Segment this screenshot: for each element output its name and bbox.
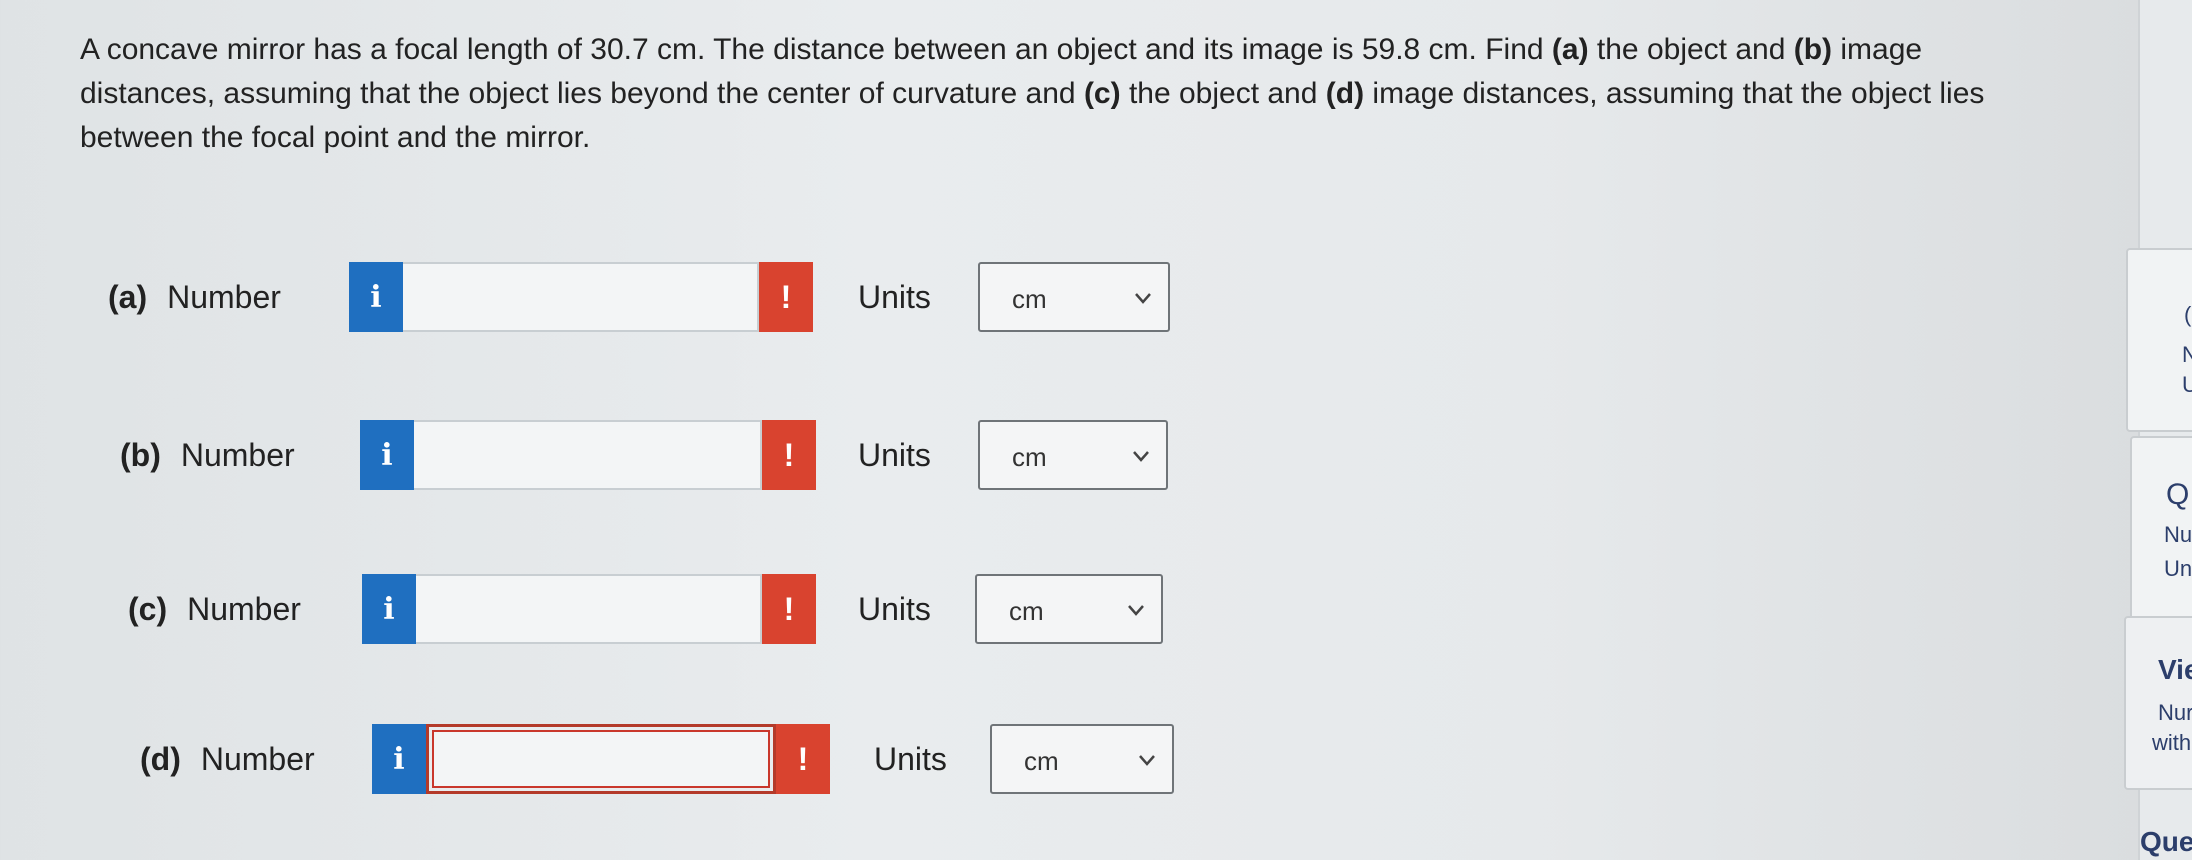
side-text: U bbox=[2182, 372, 2192, 397]
side-text: Que bbox=[2140, 826, 2192, 857]
number-input-b[interactable] bbox=[414, 420, 762, 490]
units-value-d: cm bbox=[1024, 746, 1059, 776]
number-input-c[interactable] bbox=[416, 574, 762, 644]
units-label-d: Units bbox=[874, 741, 947, 777]
side-card-top bbox=[2126, 248, 2192, 432]
units-value-b: cm bbox=[1012, 442, 1047, 472]
units-select-b[interactable]: cm bbox=[978, 420, 1168, 490]
number-input-a[interactable] bbox=[403, 262, 759, 332]
units-label-b: Units bbox=[858, 437, 931, 473]
number-input-d[interactable] bbox=[426, 724, 776, 794]
warning-icon[interactable]: ! bbox=[762, 420, 816, 490]
part-label-c: (c) Number bbox=[128, 591, 301, 627]
side-text: Nur bbox=[2158, 700, 2192, 725]
chevron-down-icon bbox=[1133, 451, 1149, 462]
part-label-d: (d) Number bbox=[140, 741, 315, 777]
units-select-a[interactable]: cm bbox=[978, 262, 1170, 332]
warning-icon[interactable]: ! bbox=[762, 574, 816, 644]
info-icon[interactable]: i bbox=[362, 574, 416, 644]
side-text: N bbox=[2182, 342, 2192, 367]
units-label-a: Units bbox=[858, 279, 931, 315]
side-text: Un bbox=[2164, 556, 2192, 581]
part-label-a: (a) Number bbox=[108, 279, 281, 315]
side-text: Nu bbox=[2164, 522, 2192, 547]
chevron-down-icon bbox=[1139, 755, 1155, 766]
answer-row-a: (a) Number i ! Units cm bbox=[0, 262, 1200, 332]
question-text: A concave mirror has a focal length of 3… bbox=[80, 33, 1985, 154]
answer-row-b: (b) Number i ! Units cm bbox=[0, 420, 1200, 490]
answer-row-d: (d) Number i ! Units cm bbox=[0, 724, 1200, 794]
side-text: Q bbox=[2166, 478, 2190, 511]
units-label-c: Units bbox=[858, 591, 931, 627]
units-select-c[interactable]: cm bbox=[975, 574, 1163, 644]
warning-icon[interactable]: ! bbox=[776, 724, 830, 794]
side-text: Vie bbox=[2158, 654, 2192, 685]
units-value-c: cm bbox=[1009, 596, 1044, 626]
chevron-down-icon bbox=[1135, 293, 1151, 304]
side-text: ( bbox=[2184, 302, 2192, 327]
info-icon[interactable]: i bbox=[360, 420, 414, 490]
chevron-down-icon bbox=[1128, 605, 1144, 616]
warning-icon[interactable]: ! bbox=[759, 262, 813, 332]
info-icon[interactable]: i bbox=[372, 724, 426, 794]
answer-row-c: (c) Number i ! Units cm bbox=[0, 574, 1200, 644]
part-label-b: (b) Number bbox=[120, 437, 295, 473]
info-icon[interactable]: i bbox=[349, 262, 403, 332]
side-text: with bbox=[2152, 730, 2192, 755]
units-select-d[interactable]: cm bbox=[990, 724, 1174, 794]
units-value-a: cm bbox=[1012, 284, 1047, 314]
